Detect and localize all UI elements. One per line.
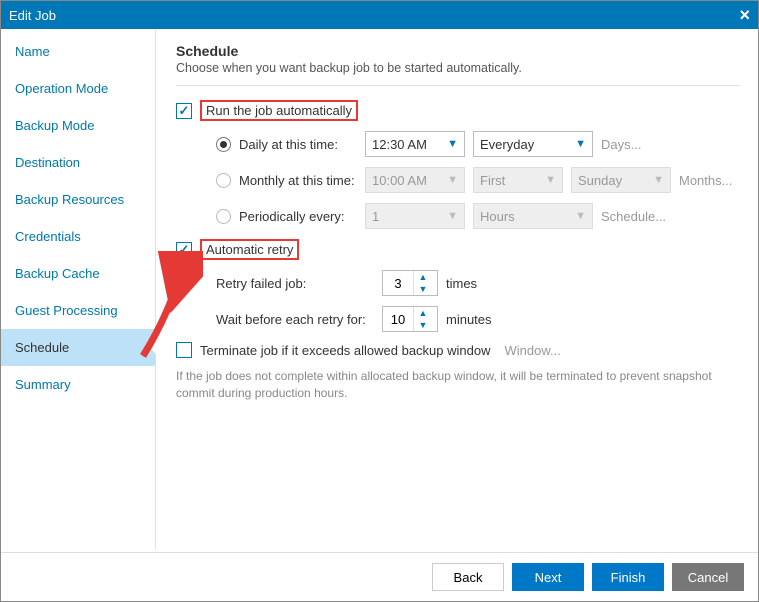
sidebar-item-backup-cache[interactable]: Backup Cache xyxy=(1,255,155,292)
terminate-row: Terminate job if it exceeds allowed back… xyxy=(176,342,740,358)
auto-retry-row: Automatic retry xyxy=(176,239,740,260)
retry-label: Retry failed job: xyxy=(216,276,374,291)
divider xyxy=(176,85,740,86)
cancel-button[interactable]: Cancel xyxy=(672,563,744,591)
page-title: Schedule xyxy=(176,43,740,59)
terminate-checkbox[interactable] xyxy=(176,342,192,358)
daily-label: Daily at this time: xyxy=(239,137,357,152)
run-auto-label: Run the job automatically xyxy=(200,100,358,121)
wait-suffix: minutes xyxy=(446,312,492,327)
periodic-unit-select: Hours▼ xyxy=(473,203,593,229)
spin-up-icon[interactable]: ▲ xyxy=(414,307,432,319)
monthly-radio[interactable] xyxy=(216,173,231,188)
sidebar-item-operation-mode[interactable]: Operation Mode xyxy=(1,70,155,107)
title-bar: Edit Job × xyxy=(1,1,758,29)
finish-button[interactable]: Finish xyxy=(592,563,664,591)
sidebar-item-name[interactable]: Name xyxy=(1,33,155,70)
auto-retry-label: Automatic retry xyxy=(200,239,299,260)
daily-time-select[interactable]: 12:30 AM▼ xyxy=(365,131,465,157)
periodic-schedule-link: Schedule... xyxy=(601,209,666,224)
sidebar-item-guest-processing[interactable]: Guest Processing xyxy=(1,292,155,329)
chevron-down-icon: ▼ xyxy=(575,138,586,150)
periodic-value-select: 1▼ xyxy=(365,203,465,229)
chevron-down-icon: ▼ xyxy=(545,174,556,186)
chevron-down-icon: ▼ xyxy=(653,174,664,186)
sidebar-item-backup-resources[interactable]: Backup Resources xyxy=(1,181,155,218)
close-icon[interactable]: × xyxy=(739,5,750,26)
sidebar-item-schedule[interactable]: Schedule xyxy=(1,329,155,366)
daily-radio[interactable] xyxy=(216,137,231,152)
retry-count-spinner[interactable]: ▲▼ xyxy=(382,270,438,296)
auto-retry-checkbox[interactable] xyxy=(176,242,192,258)
sidebar-item-summary[interactable]: Summary xyxy=(1,366,155,403)
retry-count-row: Retry failed job: ▲▼ times xyxy=(176,270,740,296)
spin-up-icon[interactable]: ▲ xyxy=(414,271,432,283)
run-auto-checkbox[interactable] xyxy=(176,103,192,119)
chevron-down-icon: ▼ xyxy=(447,138,458,150)
run-auto-row: Run the job automatically xyxy=(176,100,740,121)
back-button[interactable]: Back xyxy=(432,563,504,591)
main-panel: Schedule Choose when you want backup job… xyxy=(156,29,758,549)
daily-row: Daily at this time: 12:30 AM▼ Everyday▼ … xyxy=(176,131,740,157)
retry-count-input[interactable] xyxy=(383,276,413,291)
sidebar-item-backup-mode[interactable]: Backup Mode xyxy=(1,107,155,144)
monthly-row: Monthly at this time: 10:00 AM▼ First▼ S… xyxy=(176,167,740,193)
monthly-ord-select: First▼ xyxy=(473,167,563,193)
monthly-time-select: 10:00 AM▼ xyxy=(365,167,465,193)
wait-label: Wait before each retry for: xyxy=(216,312,374,327)
footer-buttons: Back Next Finish Cancel xyxy=(1,552,758,601)
monthly-label: Monthly at this time: xyxy=(239,173,357,188)
chevron-down-icon: ▼ xyxy=(447,174,458,186)
page-subtitle: Choose when you want backup job to be st… xyxy=(176,61,740,75)
wait-input[interactable] xyxy=(383,312,413,327)
chevron-down-icon: ▼ xyxy=(575,210,586,222)
content-area: Name Operation Mode Backup Mode Destinat… xyxy=(1,29,758,549)
terminate-note: If the job does not complete within allo… xyxy=(176,368,740,402)
wait-row: Wait before each retry for: ▲▼ minutes xyxy=(176,306,740,332)
daily-days-link[interactable]: Days... xyxy=(601,137,641,152)
monthly-months-link: Months... xyxy=(679,173,732,188)
wait-spinner[interactable]: ▲▼ xyxy=(382,306,438,332)
terminate-window-link: Window... xyxy=(505,343,561,358)
spin-down-icon[interactable]: ▼ xyxy=(414,283,432,295)
periodic-row: Periodically every: 1▼ Hours▼ Schedule..… xyxy=(176,203,740,229)
periodic-radio[interactable] xyxy=(216,209,231,224)
daily-day-select[interactable]: Everyday▼ xyxy=(473,131,593,157)
chevron-down-icon: ▼ xyxy=(447,210,458,222)
retry-suffix: times xyxy=(446,276,477,291)
sidebar-item-credentials[interactable]: Credentials xyxy=(1,218,155,255)
periodic-label: Periodically every: xyxy=(239,209,357,224)
terminate-label: Terminate job if it exceeds allowed back… xyxy=(200,343,491,358)
next-button[interactable]: Next xyxy=(512,563,584,591)
sidebar-item-destination[interactable]: Destination xyxy=(1,144,155,181)
window-title: Edit Job xyxy=(9,8,56,23)
wizard-sidebar: Name Operation Mode Backup Mode Destinat… xyxy=(1,29,156,549)
monthly-weekday-select: Sunday▼ xyxy=(571,167,671,193)
spin-down-icon[interactable]: ▼ xyxy=(414,319,432,331)
